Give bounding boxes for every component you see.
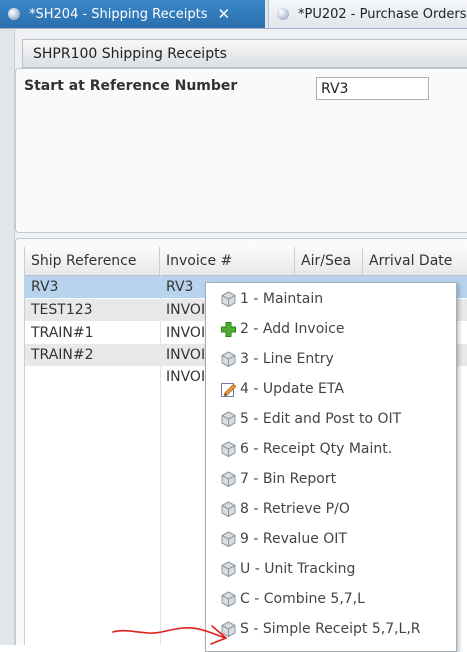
tab-bar: *SH204 - Shipping Receipts ✕ *PU202 - Pu… (0, 0, 467, 29)
menu-item-label: U - Unit Tracking (240, 561, 356, 577)
menu-item-bin-report[interactable]: 7 - Bin Report (206, 464, 456, 494)
cube-icon (220, 560, 237, 578)
cube-icon (220, 530, 237, 548)
start-reference-input[interactable] (316, 77, 429, 100)
cube-icon (220, 590, 237, 608)
grid-header: Ship Reference Invoice # Air/Sea Arrival… (25, 247, 467, 276)
globe-icon (8, 8, 20, 20)
program-title: SHPR100 Shipping Receipts (33, 45, 227, 62)
menu-item-line-entry[interactable]: 3 - Line Entry (206, 344, 456, 374)
menu-item-label: 1 - Maintain (240, 291, 324, 307)
cube-icon (220, 500, 237, 518)
menu-item-label: C - Combine 5,7,L (240, 591, 365, 607)
menu-item-add-invoice[interactable]: 2 - Add Invoice (206, 314, 456, 344)
menu-item-simple-receipt[interactable]: S - Simple Receipt 5,7,L,R (206, 614, 456, 644)
column-header-arrival-date[interactable]: Arrival Date (363, 247, 467, 275)
close-icon[interactable]: ✕ (217, 5, 230, 23)
cube-icon (220, 440, 237, 458)
menu-item-combine[interactable]: C - Combine 5,7,L (206, 584, 456, 614)
ship-reference-cell: RV3 (31, 279, 59, 295)
menu-item-receipt-qty-maint[interactable]: 6 - Receipt Qty Maint. (206, 434, 456, 464)
tab-label: *PU202 - Purchase Orders (298, 6, 467, 22)
edit-icon (220, 381, 237, 398)
menu-item-label: 4 - Update ETA (240, 381, 344, 397)
menu-item-maintain[interactable]: 1 - Maintain (206, 284, 456, 314)
tab-label: *SH204 - Shipping Receipts (29, 6, 208, 22)
menu-item-label: S - Simple Receipt 5,7,L,R (240, 621, 421, 637)
column-header-invoice[interactable]: Invoice # (160, 247, 295, 275)
start-reference-label: Start at Reference Number (24, 78, 238, 94)
cube-icon (220, 350, 237, 368)
cube-icon (220, 410, 237, 428)
menu-item-label: 8 - Retrieve P/O (240, 501, 350, 517)
menu-item-label: 6 - Receipt Qty Maint. (240, 441, 393, 457)
menu-item-label: 9 - Revalue OIT (240, 531, 347, 547)
ship-reference-cell: TRAIN#1 (31, 325, 94, 341)
menu-item-unit-tracking[interactable]: U - Unit Tracking (206, 554, 456, 584)
ship-reference-cell (25, 366, 160, 388)
menu-item-label: 7 - Bin Report (240, 471, 337, 487)
plus-icon (220, 321, 237, 338)
menu-item-label: 5 - Edit and Post to OIT (240, 411, 402, 427)
globe-icon (277, 8, 289, 20)
cube-icon (220, 290, 237, 308)
menu-item-revalue-oit[interactable]: 9 - Revalue OIT (206, 524, 456, 554)
ship-reference-cell: TRAIN#2 (31, 347, 94, 363)
menu-item-edit-post-oit[interactable]: 5 - Edit and Post to OIT (206, 404, 456, 434)
cube-icon (220, 620, 237, 638)
context-menu: 1 - Maintain 2 - Add Invoice 3 - Line En… (205, 282, 457, 652)
menu-item-label: 3 - Line Entry (240, 351, 334, 367)
cube-icon (220, 470, 237, 488)
column-header-ship-reference[interactable]: Ship Reference (25, 247, 160, 275)
program-title-bar: SHPR100 Shipping Receipts (22, 39, 467, 68)
tab-purchase-orders[interactable]: *PU202 - Purchase Orders (268, 0, 467, 28)
tab-shipping-receipts[interactable]: *SH204 - Shipping Receipts ✕ (0, 0, 265, 28)
menu-item-update-eta[interactable]: 4 - Update ETA (206, 374, 456, 404)
menu-item-label: 2 - Add Invoice (240, 321, 345, 337)
column-header-air-sea[interactable]: Air/Sea (295, 247, 363, 275)
left-rail (0, 29, 15, 645)
ship-reference-cell: TEST123 (31, 302, 93, 318)
menu-item-retrieve-po[interactable]: 8 - Retrieve P/O (206, 494, 456, 524)
